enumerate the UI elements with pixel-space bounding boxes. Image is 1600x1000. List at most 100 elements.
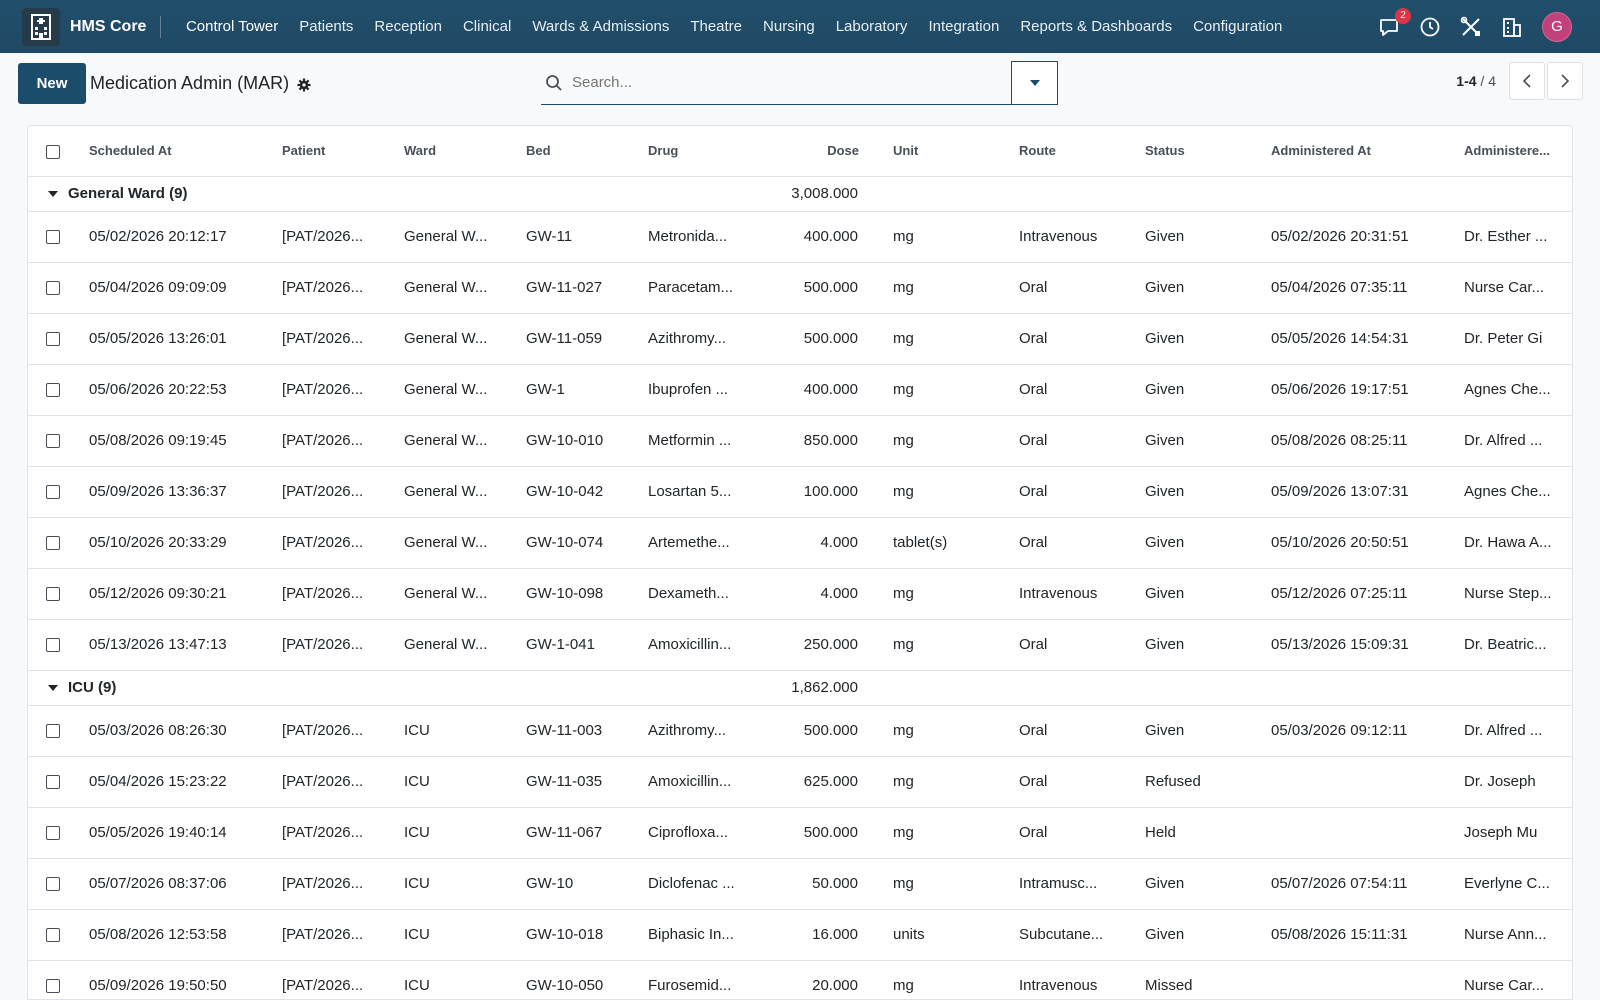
col-dose[interactable]: Dose: [763, 126, 893, 177]
col-ward[interactable]: Ward: [391, 126, 515, 177]
row-checkbox[interactable]: [46, 877, 60, 892]
cell-route[interactable]: Intramusc...: [1017, 858, 1141, 910]
col-bed[interactable]: Bed: [515, 126, 639, 177]
row-checkbox[interactable]: [46, 281, 60, 296]
building-icon[interactable]: [1500, 15, 1524, 39]
search-input[interactable]: [572, 74, 1011, 91]
cell-scheduled-at[interactable]: 05/07/2026 08:37:06: [70, 858, 267, 910]
cell-dose[interactable]: 500.000: [763, 313, 893, 365]
cell-patient[interactable]: [PAT/2026...: [267, 619, 391, 671]
group-header-cell[interactable]: General Ward (9): [28, 176, 763, 212]
row-checkbox[interactable]: [46, 638, 60, 653]
cell-dose[interactable]: 50.000: [763, 858, 893, 910]
table-row[interactable]: 05/10/2026 20:33:29 [PAT/2026... General W…: [28, 517, 1572, 569]
pager-next-button[interactable]: [1547, 62, 1583, 100]
cell-status[interactable]: Given: [1141, 909, 1265, 961]
cell-ward[interactable]: ICU: [391, 756, 515, 808]
cell-administered-by[interactable]: Dr. Esther ...: [1461, 211, 1572, 263]
cell-status[interactable]: Given: [1141, 705, 1265, 757]
menu-theatre[interactable]: Theatre: [680, 18, 753, 35]
cell-administered-at[interactable]: 05/02/2026 20:31:51: [1265, 211, 1461, 263]
row-checkbox[interactable]: [46, 332, 60, 347]
cell-administered-by[interactable]: Dr. Peter Gi: [1461, 313, 1572, 365]
cell-patient[interactable]: [PAT/2026...: [267, 909, 391, 961]
cell-administered-at[interactable]: 05/13/2026 15:09:31: [1265, 619, 1461, 671]
table-row[interactable]: 05/09/2026 13:36:37 [PAT/2026... General W…: [28, 466, 1572, 518]
row-checkbox[interactable]: [46, 536, 60, 551]
cell-route[interactable]: Oral: [1017, 619, 1141, 671]
cell-scheduled-at[interactable]: 05/02/2026 20:12:17: [70, 211, 267, 263]
cell-unit[interactable]: mg: [893, 313, 1017, 365]
cell-patient[interactable]: [PAT/2026...: [267, 211, 391, 263]
cell-unit[interactable]: mg: [893, 415, 1017, 467]
row-checkbox[interactable]: [46, 724, 60, 739]
cell-status[interactable]: Given: [1141, 313, 1265, 365]
cell-ward[interactable]: General W...: [391, 262, 515, 314]
cell-administered-by[interactable]: Agnes Che...: [1461, 364, 1572, 416]
cell-administered-at[interactable]: 05/04/2026 07:35:11: [1265, 262, 1461, 314]
row-checkbox[interactable]: [46, 587, 60, 602]
col-status[interactable]: Status: [1141, 126, 1265, 177]
chat-icon[interactable]: 2: [1377, 7, 1411, 39]
cell-dose[interactable]: 400.000: [763, 211, 893, 263]
cell-administered-by[interactable]: Agnes Che...: [1461, 466, 1572, 518]
cell-administered-by[interactable]: Nurse Step...: [1461, 568, 1572, 620]
cell-dose[interactable]: 625.000: [763, 756, 893, 808]
cell-patient[interactable]: [PAT/2026...: [267, 262, 391, 314]
cell-bed[interactable]: GW-11-027: [515, 262, 639, 314]
cell-dose[interactable]: 4.000: [763, 517, 893, 569]
menu-nursing[interactable]: Nursing: [753, 18, 826, 35]
cell-route[interactable]: Subcutane...: [1017, 909, 1141, 961]
row-checkbox[interactable]: [46, 979, 60, 994]
clock-icon[interactable]: [1418, 15, 1442, 39]
table-row[interactable]: 05/02/2026 20:12:17 [PAT/2026... General W…: [28, 211, 1572, 263]
cell-unit[interactable]: mg: [893, 262, 1017, 314]
cell-bed[interactable]: GW-1-041: [515, 619, 639, 671]
cell-route[interactable]: Intravenous: [1017, 211, 1141, 263]
cell-patient[interactable]: [PAT/2026...: [267, 858, 391, 910]
cell-scheduled-at[interactable]: 05/05/2026 13:26:01: [70, 313, 267, 365]
cell-scheduled-at[interactable]: 05/13/2026 13:47:13: [70, 619, 267, 671]
cell-route[interactable]: Oral: [1017, 756, 1141, 808]
cell-unit[interactable]: mg: [893, 807, 1017, 859]
cell-administered-at[interactable]: 05/06/2026 19:17:51: [1265, 364, 1461, 416]
cell-administered-at[interactable]: [1265, 960, 1461, 999]
cell-unit[interactable]: mg: [893, 466, 1017, 518]
row-checkbox[interactable]: [46, 434, 60, 449]
cell-bed[interactable]: GW-10-018: [515, 909, 639, 961]
cell-bed[interactable]: GW-10-010: [515, 415, 639, 467]
pager-value[interactable]: 1-4 / 4: [1456, 73, 1496, 89]
cell-administered-by[interactable]: Dr. Beatric...: [1461, 619, 1572, 671]
cell-bed[interactable]: GW-11-059: [515, 313, 639, 365]
cell-status[interactable]: Given: [1141, 568, 1265, 620]
hospital-building-icon[interactable]: [22, 7, 60, 46]
menu-reports-dashboards[interactable]: Reports & Dashboards: [1010, 18, 1183, 35]
cell-drug[interactable]: Furosemid...: [639, 960, 763, 999]
cell-bed[interactable]: GW-11: [515, 211, 639, 263]
row-checkbox[interactable]: [46, 826, 60, 841]
table-row[interactable]: 05/05/2026 13:26:01 [PAT/2026... General W…: [28, 313, 1572, 365]
menu-reception[interactable]: Reception: [364, 18, 453, 35]
gear-icon[interactable]: [297, 78, 311, 92]
avatar[interactable]: G: [1542, 11, 1572, 42]
new-button[interactable]: New: [18, 62, 86, 104]
cell-ward[interactable]: ICU: [391, 960, 515, 999]
cell-route[interactable]: Intravenous: [1017, 960, 1141, 999]
cell-scheduled-at[interactable]: 05/05/2026 19:40:14: [70, 807, 267, 859]
cell-patient[interactable]: [PAT/2026...: [267, 807, 391, 859]
cell-status[interactable]: Given: [1141, 517, 1265, 569]
cell-route[interactable]: Intravenous: [1017, 568, 1141, 620]
pager-previous-button[interactable]: [1509, 62, 1545, 100]
cell-ward[interactable]: ICU: [391, 909, 515, 961]
row-checkbox[interactable]: [46, 485, 60, 500]
cell-dose[interactable]: 400.000: [763, 364, 893, 416]
cell-route[interactable]: Oral: [1017, 807, 1141, 859]
cell-drug[interactable]: Metformin ...: [639, 415, 763, 467]
table-row[interactable]: 05/13/2026 13:47:13 [PAT/2026... General W…: [28, 619, 1572, 671]
cell-patient[interactable]: [PAT/2026...: [267, 364, 391, 416]
search-options-toggle[interactable]: [1011, 61, 1058, 105]
cell-route[interactable]: Oral: [1017, 705, 1141, 757]
cell-dose[interactable]: 250.000: [763, 619, 893, 671]
cell-drug[interactable]: Artemethe...: [639, 517, 763, 569]
cell-unit[interactable]: mg: [893, 619, 1017, 671]
